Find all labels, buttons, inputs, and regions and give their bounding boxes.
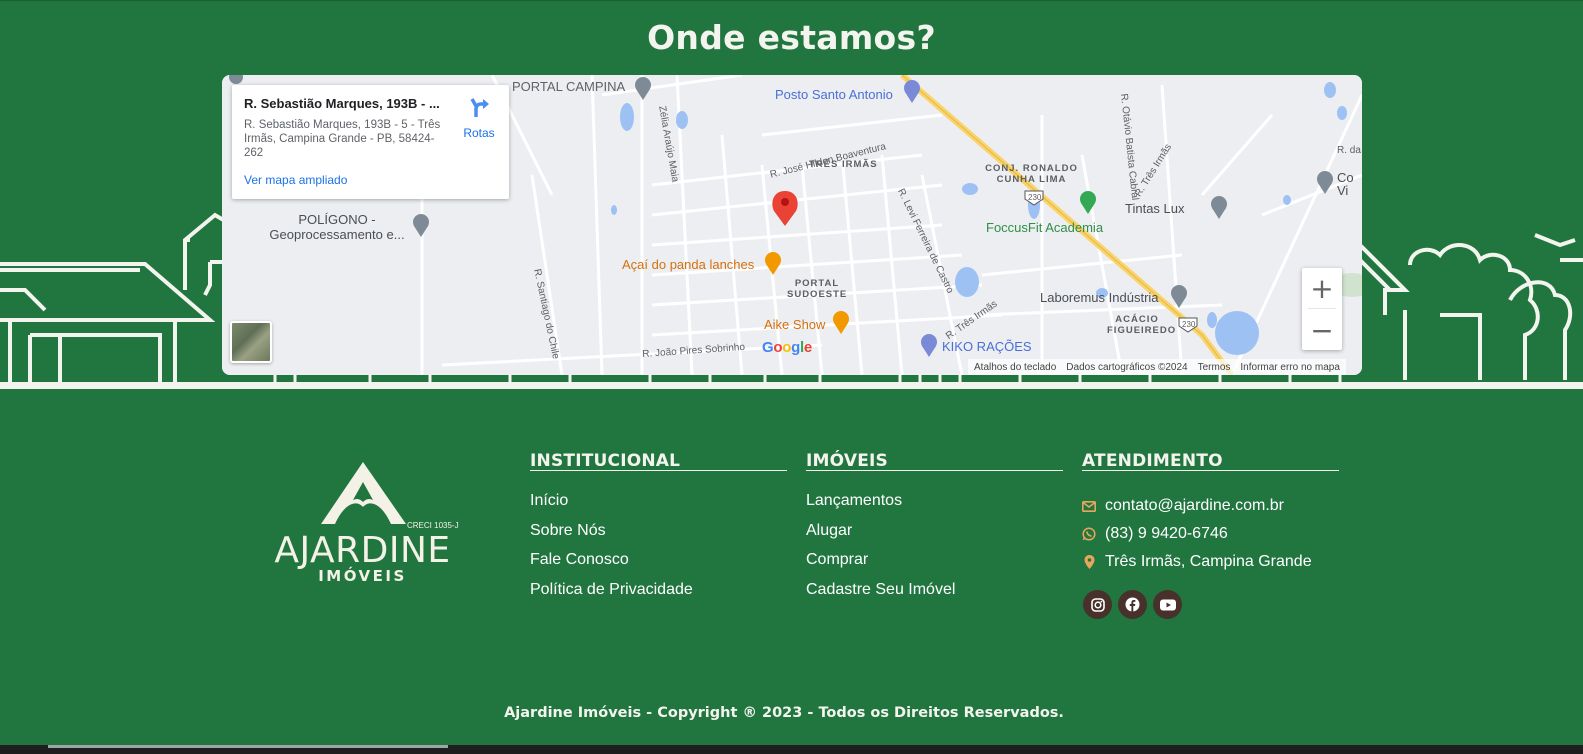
map-label-laboremus[interactable]: Laboremus Indústria — [1040, 290, 1159, 305]
map-label-corner-da: R. da — [1337, 145, 1361, 156]
zoom-control: + − — [1302, 268, 1342, 350]
col-title-imoveis: IMÓVEIS — [806, 452, 1063, 471]
directions-button[interactable]: Rotas — [458, 97, 500, 140]
map-attribution: Atalhos do teclado Dados cartográficos ©… — [968, 359, 1346, 375]
place-title: R. Sebastião Marques, 193B - ... — [244, 96, 440, 111]
instagram-button[interactable] — [1083, 590, 1112, 619]
col-title-institucional: INSTITUCIONAL — [530, 452, 787, 471]
report-error-link[interactable]: Informar erro no mapa — [1240, 362, 1340, 373]
contact-email-text: contato@ajardine.com.br — [1105, 497, 1284, 514]
map-label-kiko[interactable]: KIKO RAÇÕES — [942, 339, 1032, 354]
envelope-icon — [1082, 499, 1096, 513]
logo-mark-icon — [321, 462, 406, 524]
logo-creci: CRECI 1035-J — [407, 521, 459, 530]
zoom-out-button[interactable]: − — [1302, 310, 1342, 350]
map-pin-icon — [1082, 555, 1096, 569]
footer-link-alugar[interactable]: Alugar — [806, 522, 1063, 552]
footer-link-inicio[interactable]: Início — [530, 492, 787, 522]
footer-link-fale-conosco[interactable]: Fale Conosco — [530, 551, 787, 581]
youtube-button[interactable] — [1153, 590, 1182, 619]
house-illustration-left — [0, 212, 232, 385]
footer-link-cadastre[interactable]: Cadastre Seu Imóvel — [806, 581, 1063, 611]
section-title: Onde estamos? — [647, 18, 936, 57]
col-title-atendimento: ATENDIMENTO — [1082, 452, 1339, 471]
map-label-aike[interactable]: Aike Show — [764, 317, 825, 332]
map-info-card: R. Sebastião Marques, 193B - ... R. Seba… — [232, 85, 509, 199]
directions-label: Rotas — [463, 126, 495, 140]
footer-col-institucional: INSTITUCIONAL Início Sobre Nós Fale Cono… — [530, 452, 787, 611]
map-label-conj-ronaldo: CONJ. RONALDO CUNHA LIMA — [985, 163, 1078, 185]
house-illustration-right — [1350, 233, 1583, 380]
map-label-tintas-lux[interactable]: Tintas Lux — [1125, 201, 1185, 216]
footer-link-sobre[interactable]: Sobre Nós — [530, 522, 787, 552]
place-address: R. Sebastião Marques, 193B - 5 - Três Ir… — [244, 119, 441, 159]
keyboard-shortcuts-link[interactable]: Atalhos do teclado — [974, 362, 1056, 373]
map-shield-230-a: 230 — [1028, 193, 1042, 202]
map-label-foccusfit[interactable]: FoccusFit Academia — [986, 220, 1103, 235]
view-larger-map-link[interactable]: Ver mapa ampliado — [244, 173, 497, 187]
logo-name: AJARDINE — [274, 530, 451, 571]
footer-col-imoveis: IMÓVEIS Lançamentos Alugar Comprar Cadas… — [806, 452, 1063, 611]
footer-link-comprar[interactable]: Comprar — [806, 551, 1063, 581]
footer-link-privacidade[interactable]: Política de Privacidade — [530, 581, 787, 611]
map-label-poligono[interactable]: POLÍGONO - Geoprocessamento e... — [262, 212, 412, 242]
footer-link-lancamentos[interactable]: Lançamentos — [806, 492, 1063, 522]
bottom-scrollbar[interactable] — [0, 745, 1583, 754]
top-divider — [0, 0, 1583, 1]
directions-icon — [470, 98, 489, 117]
zoom-in-button[interactable]: + — [1302, 268, 1342, 308]
copyright-text: Ajardine Imóveis - Copyright ® 2023 - To… — [504, 705, 1064, 721]
facebook-icon — [1125, 597, 1140, 612]
scrollbar-thumb[interactable] — [48, 745, 448, 748]
facebook-button[interactable] — [1118, 590, 1147, 619]
map-label-acacio: ACÁCIO FIGUEIREDO — [1107, 314, 1177, 336]
zoom-separator — [1308, 308, 1336, 309]
satellite-toggle[interactable] — [230, 321, 272, 363]
map-label-acai[interactable]: Açaí do panda lanches — [622, 257, 754, 272]
ground-line — [0, 382, 1583, 389]
map-data-text: Dados cartográficos ©2024 — [1066, 361, 1188, 373]
map-label-portal-campina: PORTAL CAMPINA — [512, 79, 626, 94]
google-logo: Google — [762, 339, 812, 356]
google-map[interactable]: PORTAL CAMPINA Posto Santo Antonio TRÊS … — [222, 75, 1362, 375]
contact-phone[interactable]: (83) 9 9420-6746 — [1082, 520, 1339, 548]
contact-email[interactable]: contato@ajardine.com.br — [1082, 492, 1339, 520]
instagram-icon — [1090, 597, 1105, 612]
map-label-posto[interactable]: Posto Santo Antonio — [775, 87, 893, 102]
contact-location-text: Três Irmãs, Campina Grande — [1105, 553, 1312, 570]
footer-logo[interactable]: CRECI 1035-J AJARDINE IMÓVEIS — [265, 460, 465, 590]
terms-link[interactable]: Termos — [1198, 362, 1231, 373]
whatsapp-icon — [1082, 527, 1096, 541]
map-label-corner-vi: Vi — [1337, 183, 1349, 198]
footer-col-atendimento: ATENDIMENTO contato@ajardine.com.br (83)… — [1082, 452, 1339, 576]
map-shield-230-b: 230 — [1182, 320, 1196, 329]
contact-location: Três Irmãs, Campina Grande — [1082, 548, 1339, 576]
map-label-portal-sudoeste: PORTAL SUDOESTE — [787, 278, 848, 300]
contact-phone-text: (83) 9 9420-6746 — [1105, 525, 1228, 542]
youtube-icon — [1159, 599, 1176, 610]
social-links — [1083, 590, 1182, 619]
logo-sub: IMÓVEIS — [318, 567, 407, 585]
